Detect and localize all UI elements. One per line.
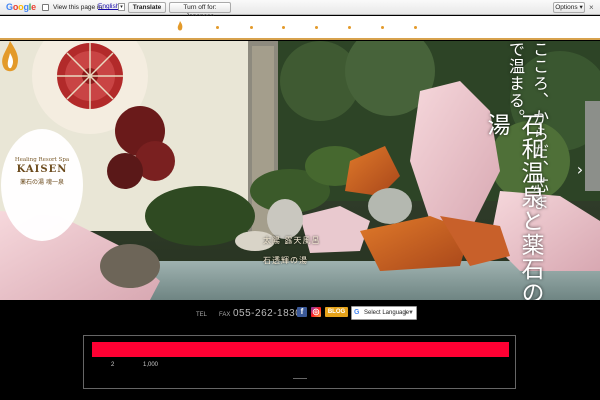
nav-dot[interactable] [216, 26, 219, 29]
fax-label: FAX [219, 312, 231, 318]
nav-dot[interactable] [315, 26, 318, 29]
nav-dot[interactable] [250, 26, 253, 29]
nav-dot[interactable] [414, 26, 417, 29]
view-page-label: View this page in: [53, 4, 104, 11]
info-item-b: 1,000 [143, 362, 159, 368]
facebook-icon[interactable]: f [297, 307, 307, 317]
next-slide-arrow-icon[interactable]: › [572, 159, 588, 181]
phone-number[interactable]: 055-262-1830 [233, 308, 301, 319]
nav-dot[interactable] [348, 26, 351, 29]
catch-copy-large: 石和温泉と薬石の湯 [483, 113, 543, 300]
select-language-dropdown[interactable]: G Select Language | ▼ [351, 306, 417, 320]
bath-name-line2: 石透輝の湯 [263, 256, 308, 265]
blog-button[interactable]: BLOG [325, 307, 348, 317]
site-header [0, 16, 600, 40]
divider [293, 378, 307, 379]
select-language-label: Select Language [364, 310, 410, 316]
bath-name-line1: 太陽 露天風呂 [263, 236, 321, 245]
tel-label: TEL [196, 312, 208, 318]
hero-image: Healing Resort Spa KAISEN 薬石の湯 魂一泉 こころ、か… [0, 41, 600, 300]
info-item-a: 2 [111, 362, 115, 368]
language-dropdown-icon[interactable]: ▾ [118, 3, 125, 11]
page: Google View this page in: English ▾ Tran… [0, 0, 600, 400]
language-link[interactable]: English [98, 3, 119, 10]
red-banner[interactable] [92, 342, 509, 357]
instagram-icon[interactable]: ◎ [311, 307, 321, 317]
google-g-icon: G [354, 309, 360, 316]
turn-off-button[interactable]: Turn off for: Japanese [169, 2, 231, 20]
contact-bar: TEL FAX 055-262-1830 f ◎ BLOG G Select L… [0, 300, 600, 330]
flame-logo-icon [2, 41, 19, 72]
chevron-down-icon: | ▼ [404, 310, 414, 316]
close-icon[interactable]: × [589, 3, 594, 12]
nav-dot[interactable] [282, 26, 285, 29]
flame-icon[interactable] [177, 21, 183, 32]
logo-subtitle: Healing Resort Spa [14, 157, 70, 163]
google-translate-bar: Google View this page in: English ▾ Tran… [0, 0, 600, 20]
options-button[interactable]: Options ▾ [553, 2, 585, 13]
info-box: 2 1,000 [83, 335, 516, 389]
logo-japanese: 薬石の湯 魂一泉 [20, 179, 64, 186]
translate-button[interactable]: Translate [128, 2, 166, 13]
nav-dot[interactable] [381, 26, 384, 29]
logo-name: KAISEN [16, 164, 68, 175]
translate-icon [42, 4, 49, 11]
google-logo: Google [6, 2, 36, 12]
